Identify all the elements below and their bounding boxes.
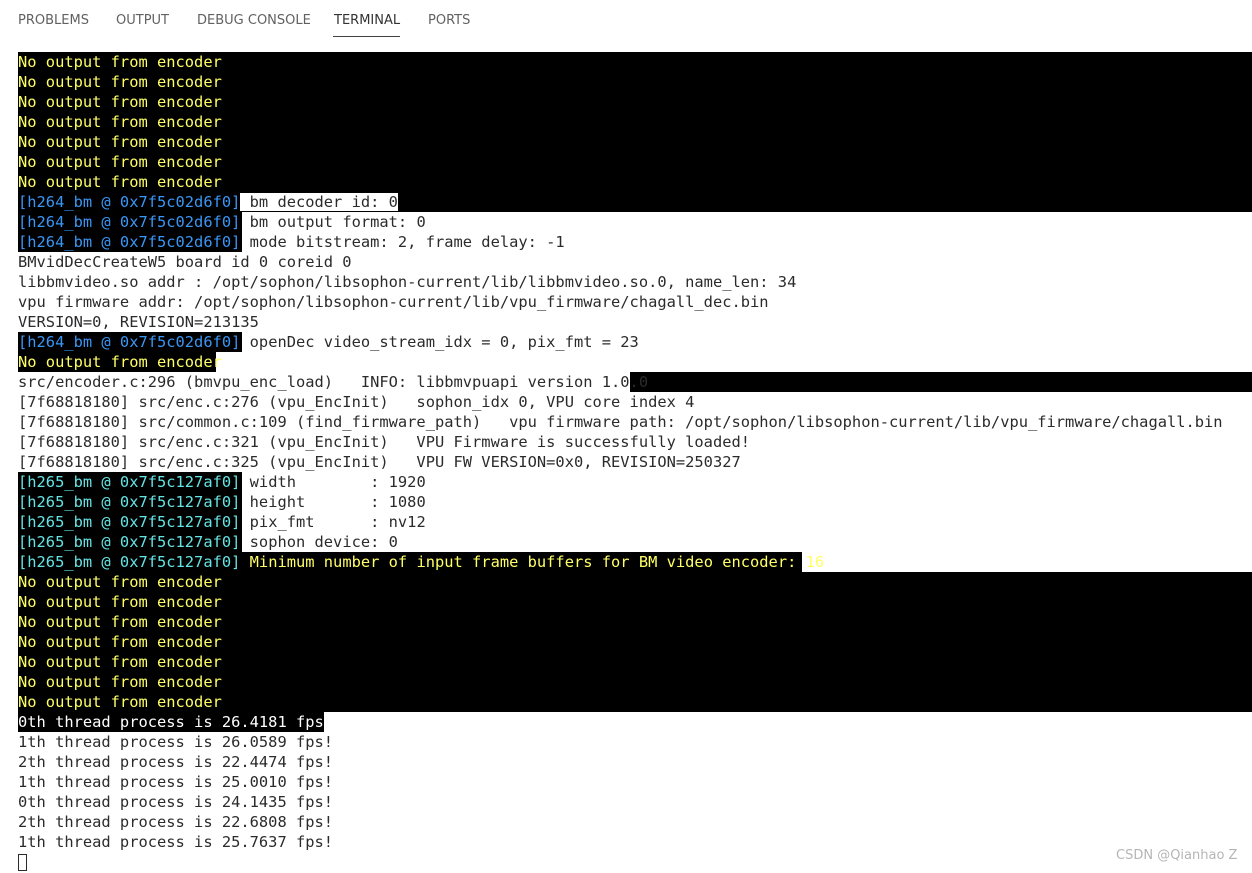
log-prefix: [h264_bm @ 0x7f5c02d6f0] [18,213,241,231]
terminal-line: 2th thread process is 22.4474 fps! [18,753,334,771]
log-message: sophon device: 0 [240,533,398,551]
log-prefix: [h264_bm @ 0x7f5c02d6f0] [18,193,241,211]
log-message: pix_fmt : nv12 [240,513,426,531]
log-prefix: [h264_bm @ 0x7f5c02d6f0] [18,333,241,351]
terminal-line: No output from encoder [18,53,222,71]
terminal-line: vpu firmware addr: /opt/sophon/libsophon… [18,293,769,311]
terminal-line: No output from encoder [18,653,222,671]
log-prefix: [h265_bm @ 0x7f5c127af0] [18,493,241,511]
terminal-output[interactable]: No output from encoder No output from en… [0,52,1252,872]
terminal-line: [h265_bm @ 0x7f5c127af0] sophon device: … [18,532,398,552]
terminal-line: No output from encoder [18,593,222,611]
tab-terminal[interactable]: TERMINAL [334,13,400,28]
terminal-line: [7f68818180] src/enc.c:321 (vpu_EncInit)… [18,433,751,451]
log-message: Minimum number of input frame buffers fo… [240,553,825,571]
terminal-line: [h264_bm @ 0x7f5c02d6f0] mode bitstream:… [18,232,565,252]
terminal-line: 0th thread process is 24.1435 fps! [18,793,334,811]
log-message: bm output format: 0 [240,213,426,231]
log-message: openDec video_stream_idx = 0, pix_fmt = … [240,333,639,351]
terminal-line: BMvidDecCreateW5 board id 0 coreid 0 [18,253,352,271]
terminal-line: [h265_bm @ 0x7f5c127af0] width : 1920 [18,472,426,492]
terminal-line: No output from encoder [18,73,222,91]
terminal-line: No output from encoder [18,573,222,591]
terminal-line: VERSION=0, REVISION=213135 [18,313,259,331]
terminal-line: No output from encoder [18,633,222,651]
log-prefix: [h265_bm @ 0x7f5c127af0] [18,553,241,571]
tab-ports[interactable]: PORTS [428,13,470,28]
terminal-line: [h264_bm @ 0x7f5c02d6f0] bm decoder id: … [18,192,398,212]
terminal-line: 0th thread process is 26.4181 fps! [18,713,334,731]
terminal-bg-block [630,372,1252,392]
terminal-line: [h265_bm @ 0x7f5c127af0] height : 1080 [18,492,426,512]
terminal-line: src/encoder.c:296 (bmvpu_enc_load) INFO:… [18,373,649,391]
active-tab-indicator [333,36,400,37]
terminal-line: [7f68818180] src/enc.c:276 (vpu_EncInit)… [18,393,695,411]
watermark: CSDN @Qianhao Z [1116,848,1238,863]
terminal-line: No output from encoder [18,93,222,111]
terminal-line: 1th thread process is 26.0589 fps! [18,733,334,751]
log-message: width : 1920 [240,473,426,491]
terminal-line: libbmvideo.so addr : /opt/sophon/libsoph… [18,273,797,291]
terminal-line: No output from encoder [18,673,222,691]
terminal-line: [h265_bm @ 0x7f5c127af0] Minimum number … [18,552,824,572]
log-prefix: [h265_bm @ 0x7f5c127af0] [18,533,241,551]
terminal-line: No output from encoder [18,113,222,131]
terminal-line: [h264_bm @ 0x7f5c02d6f0] openDec video_s… [18,332,639,352]
tab-debug-console[interactable]: DEBUG CONSOLE [197,13,311,28]
log-message: height : 1080 [240,493,426,511]
tab-output[interactable]: OUTPUT [116,13,169,28]
terminal-line: [h265_bm @ 0x7f5c127af0] pix_fmt : nv12 [18,512,426,532]
terminal-line: [7f68818180] src/enc.c:325 (vpu_EncInit)… [18,453,741,471]
terminal-line: No output from encoder [18,613,222,631]
terminal-line: 2th thread process is 22.6808 fps! [18,813,334,831]
terminal-line: No output from encoder [18,133,222,151]
log-prefix: [h265_bm @ 0x7f5c127af0] [18,513,241,531]
terminal-line: No output from encoder [18,173,222,191]
terminal-line: No output from encoder [18,153,222,171]
terminal-line: [7f68818180] src/common.c:109 (find_firm… [18,413,1223,431]
terminal-line: 1th thread process is 25.0010 fps! [18,773,334,791]
terminal-cursor [18,854,27,871]
panel-tab-bar: PROBLEMS OUTPUT DEBUG CONSOLE TERMINAL P… [0,0,1252,44]
terminal-line: No output from encoder [18,353,222,371]
log-prefix: [h265_bm @ 0x7f5c127af0] [18,473,241,491]
terminal-line: 1th thread process is 25.7637 fps! [18,833,334,851]
log-prefix: [h264_bm @ 0x7f5c02d6f0] [18,233,241,251]
log-message: bm decoder id: 0 [240,193,398,211]
terminal-line: No output from encoder [18,693,222,711]
terminal-line: [h264_bm @ 0x7f5c02d6f0] bm output forma… [18,212,426,232]
tab-problems[interactable]: PROBLEMS [18,13,89,28]
log-message: mode bitstream: 2, frame delay: -1 [240,233,565,251]
